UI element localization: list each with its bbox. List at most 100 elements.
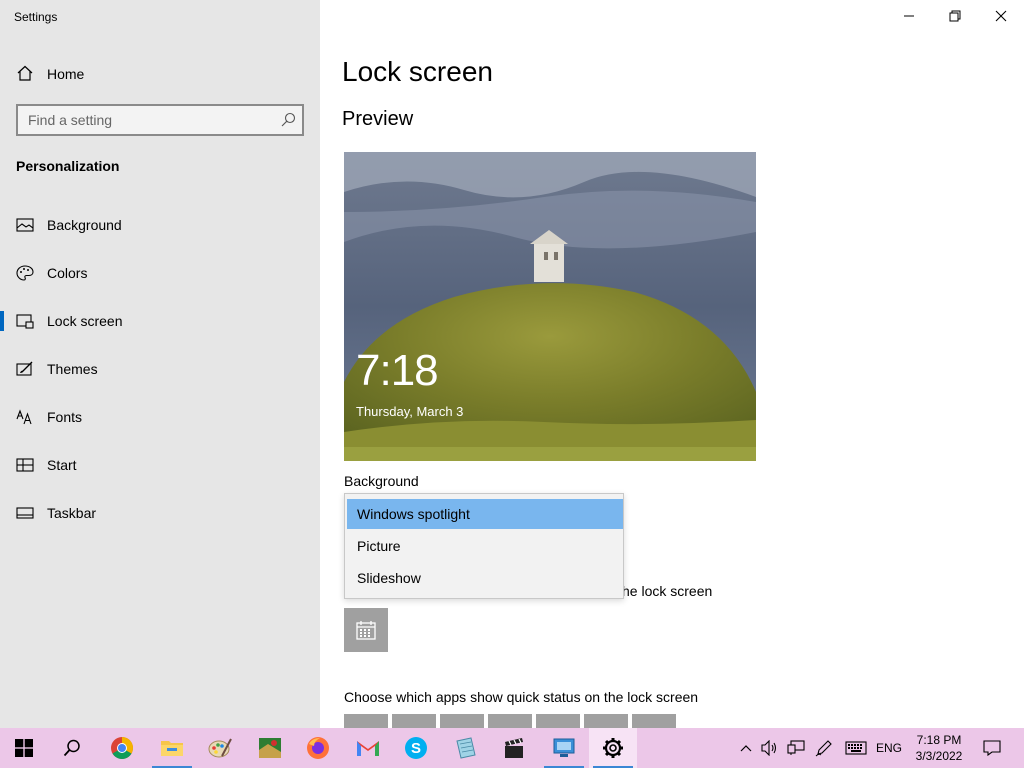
network-icon [787, 740, 805, 755]
sidebar-item-themes[interactable]: Themes [0, 349, 320, 389]
clapperboard-icon [505, 738, 523, 758]
detailed-status-app-button[interactable] [344, 608, 388, 652]
lock-screen-preview: 7:18 Thursday, March 3 [344, 152, 756, 461]
quick-status-app-button[interactable] [536, 714, 580, 728]
sidebar-item-colors[interactable]: Colors [0, 253, 320, 293]
quick-status-app-button[interactable] [344, 714, 388, 728]
taskbar-firefox[interactable] [294, 728, 342, 768]
sidebar-item-label: Background [47, 217, 122, 233]
background-dropdown-list[interactable]: Windows spotlight Picture Slideshow [344, 493, 624, 599]
quick-status-label: Choose which apps show quick status on t… [344, 689, 699, 705]
preview-date: Thursday, March 3 [356, 404, 464, 419]
input-language-indicator[interactable]: ENG [876, 741, 902, 755]
search-input[interactable] [18, 106, 268, 134]
volume-button[interactable] [760, 738, 780, 758]
volume-icon [761, 740, 777, 756]
taskbar-chrome[interactable] [98, 728, 146, 768]
sidebar-item-label: Lock screen [47, 313, 123, 329]
svg-text:S: S [411, 740, 421, 757]
taskbar-remote-desktop[interactable] [540, 728, 588, 768]
minimize-button[interactable] [886, 0, 932, 32]
calendar-icon [356, 621, 376, 640]
taskbar-maps[interactable] [246, 728, 294, 768]
sidebar-item-label: Fonts [47, 409, 83, 425]
preview-heading: Preview [342, 108, 414, 130]
sidebar-item-lock-screen[interactable]: Lock screen [0, 301, 320, 341]
home-label: Home [47, 66, 85, 82]
close-icon [995, 10, 1007, 22]
detailed-status-label-partial: he lock screen [622, 583, 713, 599]
gmail-icon [357, 741, 379, 756]
preview-time: 7:18 [356, 346, 439, 395]
notepad-icon [456, 737, 476, 759]
page-title: Lock screen [342, 56, 493, 87]
taskbar-gmail[interactable] [344, 728, 392, 768]
gear-icon [603, 738, 623, 758]
sidebar-item-taskbar[interactable]: Taskbar [0, 493, 320, 533]
themes-icon [16, 361, 33, 376]
quick-status-app-button[interactable] [584, 714, 628, 728]
palette-icon [16, 265, 34, 281]
search-icon[interactable] [280, 112, 296, 128]
quick-status-app-button[interactable] [440, 714, 484, 728]
minimize-icon [904, 15, 914, 17]
taskbar-skype[interactable]: S [392, 728, 440, 768]
taskbar-file-explorer[interactable] [148, 728, 196, 768]
taskbar-paint[interactable] [196, 728, 244, 768]
touch-keyboard-button[interactable] [844, 738, 868, 758]
home-icon [17, 65, 33, 81]
dropdown-option-windows-spotlight[interactable]: Windows spotlight [347, 499, 623, 529]
chevron-up-icon [740, 745, 752, 752]
sidebar-item-label: Taskbar [47, 505, 97, 521]
search-icon [63, 739, 80, 757]
notifications-icon [983, 740, 1001, 756]
sidebar-item-label: Colors [47, 265, 88, 281]
taskbar-clock[interactable]: 7:18 PM 3/3/2022 [912, 732, 966, 764]
taskbar-settings[interactable] [589, 728, 637, 768]
start-button[interactable] [0, 728, 48, 768]
taskbar: S ENG 7:18 PM 3/3/2022 [0, 728, 1024, 768]
sidebar-item-fonts[interactable]: Fonts [0, 397, 320, 437]
paint-icon [208, 738, 232, 758]
dropdown-option-slideshow[interactable]: Slideshow [347, 563, 623, 593]
pen-icon [815, 740, 832, 757]
taskbar-notepad[interactable] [442, 728, 490, 768]
firefox-icon [307, 737, 329, 759]
quick-status-app-button[interactable] [392, 714, 436, 728]
network-button[interactable] [786, 738, 806, 758]
clock-date: 3/3/2022 [915, 749, 963, 763]
windows-logo-icon [15, 739, 33, 757]
chrome-icon [111, 737, 133, 759]
quick-status-app-button[interactable] [488, 714, 532, 728]
fonts-icon [16, 409, 32, 425]
keyboard-icon [845, 741, 867, 755]
maps-icon [259, 738, 281, 758]
remote-desktop-icon [553, 738, 575, 757]
background-label: Background [344, 473, 419, 489]
search-box[interactable] [16, 104, 304, 136]
app-title: Settings [14, 10, 58, 24]
restore-icon [949, 10, 961, 22]
section-title: Personalization [16, 158, 120, 174]
home-nav-item[interactable]: Home [0, 56, 320, 90]
dropdown-option-picture[interactable]: Picture [347, 531, 623, 561]
sidebar: Settings Home Personalization Background… [0, 0, 320, 728]
close-button[interactable] [978, 0, 1024, 32]
sidebar-item-label: Start [47, 457, 77, 473]
pen-workspace-button[interactable] [814, 738, 834, 758]
lock-screen-icon [16, 314, 34, 329]
quick-status-app-button[interactable] [632, 714, 676, 728]
restore-button[interactable] [932, 0, 978, 32]
start-icon [16, 458, 34, 472]
show-hidden-icons-button[interactable] [736, 738, 756, 758]
folder-icon [161, 741, 183, 756]
taskbar-icon [16, 507, 34, 519]
action-center-button[interactable] [982, 738, 1002, 758]
skype-icon: S [405, 737, 427, 759]
taskbar-search-button[interactable] [48, 728, 96, 768]
sidebar-item-background[interactable]: Background [0, 205, 320, 245]
sidebar-item-label: Themes [47, 361, 98, 377]
taskbar-video-editor[interactable] [490, 728, 538, 768]
background-icon [16, 218, 34, 232]
sidebar-item-start[interactable]: Start [0, 445, 320, 485]
